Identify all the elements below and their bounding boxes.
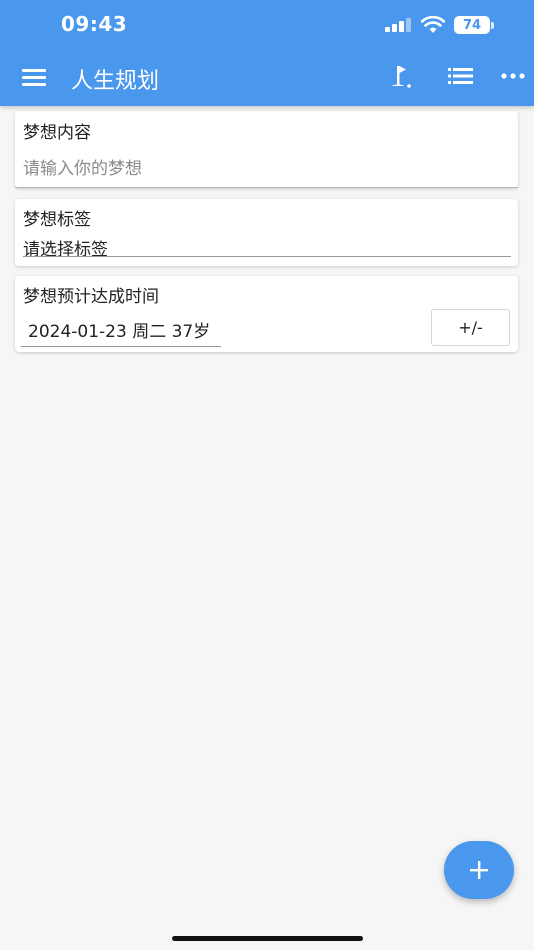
more-horizontal-icon[interactable]: [501, 70, 525, 82]
dream-date-field[interactable]: 2024-01-23 周二 37岁: [28, 317, 210, 342]
date-adjust-label: +/-: [458, 318, 483, 337]
dream-date-card: 梦想预计达成时间 2024-01-23 周二 37岁 +/-: [15, 276, 518, 352]
battery-level: 74: [462, 17, 482, 33]
dream-content-card: 梦想内容 请输入你的梦想: [15, 111, 518, 188]
page-title: 人生规划: [71, 69, 160, 94]
dream-content-input[interactable]: 请输入你的梦想: [23, 154, 142, 179]
dream-content-label: 梦想内容: [23, 123, 91, 143]
dream-date-label: 梦想预计达成时间: [23, 287, 159, 307]
dream-tag-label: 梦想标签: [23, 210, 91, 230]
dream-tag-underline: [23, 256, 511, 257]
menu-icon[interactable]: [22, 66, 46, 88]
golf-flag-icon[interactable]: [388, 62, 414, 90]
dream-date-underline: [21, 346, 221, 347]
cellular-signal-icon: [385, 18, 411, 32]
battery-tip: [491, 22, 494, 29]
home-indicator: [172, 936, 363, 941]
dream-tag-card: 梦想标签 请选择标签: [15, 199, 518, 266]
plus-icon: [470, 861, 488, 879]
list-icon[interactable]: [448, 66, 474, 86]
dream-content-underline: [15, 187, 518, 188]
wifi-icon: [421, 16, 445, 33]
date-adjust-button[interactable]: +/-: [431, 309, 510, 346]
app-header: 09:43 74 人生规划: [0, 0, 534, 106]
battery-icon: 74: [454, 16, 490, 34]
status-time: 09:43: [61, 12, 128, 36]
add-button[interactable]: [444, 841, 514, 899]
